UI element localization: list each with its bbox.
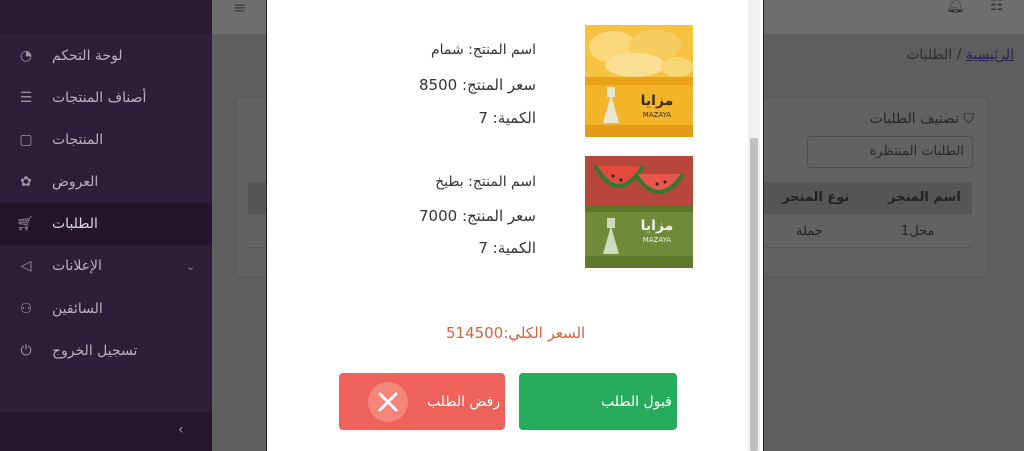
sidebar-item-orders[interactable]: 🛒︎ الطلبات	[0, 203, 212, 245]
filter-icon: ⛉	[963, 111, 975, 127]
product-image-watermelon: مزايا MAZAYA	[585, 156, 693, 268]
breadcrumb: الرئيسية / الطلبات	[906, 47, 1014, 63]
brand-logo-arabic: مزايا	[641, 218, 674, 234]
sidebar-item-label: الطلبات	[52, 216, 98, 232]
sidebar-item-label: السائقين	[52, 301, 103, 317]
sidebar-brand	[0, 0, 212, 34]
product-name: اسم المنتج: بطيخ	[435, 174, 536, 190]
sidebar-item-label: لوحة التحكم	[52, 48, 123, 64]
reject-order-button[interactable]: رفض الطلب	[339, 373, 505, 430]
sidebar-item-categories[interactable]: ☰ أصناف المنتجات	[0, 77, 212, 119]
product-quantity: الكمية: 7	[478, 239, 536, 257]
order-filter-value: الطلبات المنتظرة	[869, 144, 964, 159]
modal-scrollbar-thumb[interactable]	[750, 138, 758, 451]
hamburger-icon[interactable]: ≡	[233, 0, 246, 17]
sidebar-footer: ‹	[0, 412, 212, 451]
column-store-type: نوع المتجر	[782, 190, 850, 205]
sidebar: ◔ لوحة التحكم ☰ أصناف المنتجات ▢ المنتجا…	[0, 0, 212, 451]
product-price: سعر المنتج: 7000	[418, 207, 536, 225]
offers-icon: ✿	[20, 174, 32, 190]
sidebar-item-dashboard[interactable]: ◔ لوحة التحكم	[0, 35, 212, 77]
layers-icon: ☰	[19, 90, 33, 106]
sidebar-item-label: العروض	[52, 174, 99, 190]
breadcrumb-home[interactable]: الرئيسية	[966, 47, 1014, 63]
megaphone-icon: ◁	[20, 258, 32, 274]
sidebar-item-logout[interactable]: ⏻ تسجيل الخروج	[0, 330, 212, 372]
filter-title-label: تصنيف الطلبات	[869, 111, 960, 127]
breadcrumb-current: الطلبات	[906, 47, 953, 63]
cell-store-name: محل1	[901, 224, 935, 239]
brand-logo-arabic: مزايا	[641, 93, 674, 109]
bell-icon[interactable]: 🔔︎	[946, 0, 965, 14]
close-icon	[368, 382, 408, 422]
users-icon: ⚇	[19, 301, 33, 317]
order-filter-select[interactable]: الطلبات المنتظرة	[807, 136, 973, 168]
brand-logo-latin: MAZAYA	[643, 236, 672, 244]
accept-order-label: قبول الطلب	[601, 394, 672, 410]
product-price: سعر المنتج: 8500	[418, 76, 536, 94]
sidebar-item-label: الإعلانات	[52, 258, 102, 274]
list-icon[interactable]: ☷	[990, 0, 1003, 14]
power-icon: ⏻	[20, 343, 32, 359]
sidebar-item-label: تسجيل الخروج	[52, 343, 138, 359]
brand-logo-latin: MAZAYA	[643, 111, 672, 119]
sidebar-item-products[interactable]: ▢ المنتجات	[0, 119, 212, 161]
sidebar-item-drivers[interactable]: ⚇ السائقين	[0, 288, 212, 330]
order-total: السعر الكلي:514500	[446, 324, 586, 342]
product-quantity: الكمية: 7	[478, 109, 536, 127]
cart-icon: 🛒︎	[16, 216, 34, 232]
dashboard-icon: ◔	[19, 48, 33, 64]
box-icon: ▢	[19, 132, 33, 148]
filter-title: ⛉ تصنيف الطلبات	[870, 111, 974, 127]
product-image-melon: مزايا MAZAYA	[585, 25, 693, 137]
column-store-name: اسم المتجر	[888, 190, 961, 205]
chevron-left-icon[interactable]: ‹	[178, 422, 184, 438]
reject-order-label: رفض الطلب	[427, 394, 501, 410]
accept-order-button[interactable]: قبول الطلب	[519, 373, 677, 430]
sidebar-item-label: أصناف المنتجات	[52, 90, 147, 106]
breadcrumb-separator: /	[956, 47, 962, 63]
sidebar-item-label: المنتجات	[52, 132, 104, 148]
chevron-down-icon: ⌄	[186, 259, 196, 273]
product-name: اسم المنتج: شمام	[430, 42, 536, 58]
sidebar-item-offers[interactable]: ✿ العروض	[0, 161, 212, 203]
sidebar-item-ads[interactable]: ◁ الإعلانات ⌄	[0, 245, 212, 287]
cell-store-type: جملة	[796, 224, 823, 239]
